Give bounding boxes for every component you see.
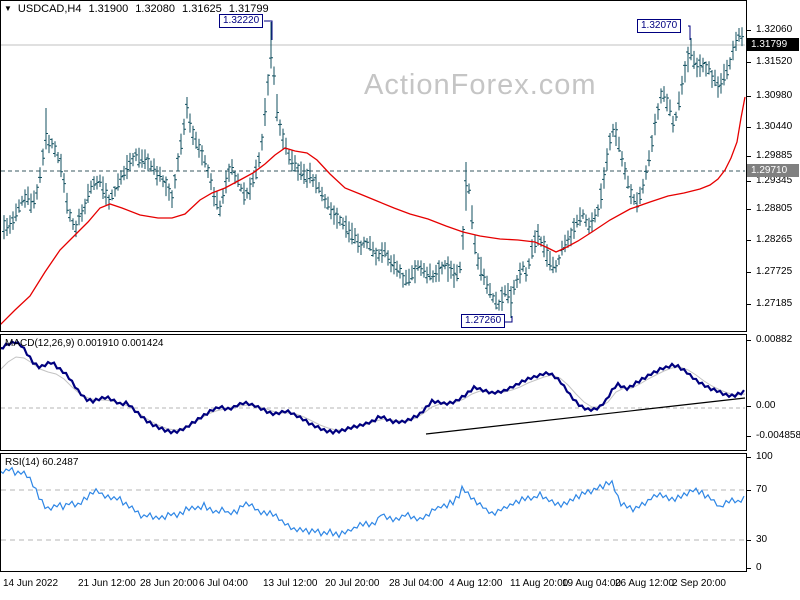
price-tick-1.30440-label: 1.30440 (756, 121, 793, 132)
low-price-label-1-27260[interactable]: 1.27260 (461, 314, 506, 328)
rsi-tick-100-tickmark (746, 457, 751, 458)
price-tick-1.32060-label: 1.32060 (756, 24, 793, 35)
price-tick-1.29885-tickmark (746, 156, 751, 157)
price-tick-1.31520-label: 1.31520 (756, 56, 793, 67)
rsi-tick-30-tickmark (746, 540, 751, 541)
price-chart-canvas[interactable] (1, 1, 746, 331)
macd-tick-0.00882-label: 0.00882 (756, 334, 793, 345)
time-label-19-Aug-04-00: 19 Aug 04:00 (562, 578, 621, 589)
time-label-20-Jul-20-00: 20 Jul 20:00 (325, 578, 380, 589)
time-label-26-Aug-12-00: 26 Aug 12:00 (615, 578, 674, 589)
rsi-tick-70-label: 70 (756, 484, 768, 495)
price-tick-1.32060-tickmark (746, 30, 751, 31)
ohlc-open: 1.31900 (88, 3, 129, 15)
macd-tick--0.004858-tickmark (746, 436, 751, 437)
time-label-21-Jun-12-00: 21 Jun 12:00 (78, 578, 136, 589)
chevron-down-icon[interactable]: ▼ (4, 4, 12, 13)
high-price-label-1-32220[interactable]: 1.32220 (219, 14, 264, 28)
time-label-28-Jul-04-00: 28 Jul 04:00 (389, 578, 444, 589)
macd-tick-0.00882-tickmark (746, 340, 751, 341)
price-tick-1.28265-label: 1.28265 (756, 234, 793, 245)
macd-chart-canvas[interactable] (1, 335, 746, 450)
time-label-13-Jul-12-00: 13 Jul 12:00 (263, 578, 318, 589)
price-tick-1.27725-label: 1.27725 (756, 266, 793, 277)
price-tick-1.30980-tickmark (746, 96, 751, 97)
macd-tick--0.004858-label: -0.004858 (756, 430, 800, 441)
price-tick-1.30980-label: 1.30980 (756, 90, 793, 101)
rsi-tick-0-tickmark (746, 568, 751, 569)
time-label-14-Jun-2022: 14 Jun 2022 (3, 578, 59, 589)
price-tick-1.27185-tickmark (746, 304, 751, 305)
macd-indicator-label: MACD(12,26,9) 0.001910 0.001424 (5, 338, 164, 349)
chart-window: ActionForex.com ▼ USDCAD,H4 1.31900 1.32080… (0, 0, 800, 600)
rsi-chart-canvas[interactable] (1, 454, 746, 571)
macd-pane[interactable]: MACD(12,26,9) 0.001910 0.001424 (0, 334, 747, 451)
price-tick-1.27185-label: 1.27185 (756, 298, 793, 309)
watermark: ActionForex.com (364, 69, 597, 101)
rsi-tick-70-tickmark (746, 490, 751, 491)
rsi-tick-100-label: 100 (756, 451, 773, 462)
symbol-timeframe: USDCAD,H4 (17, 3, 82, 15)
level-price-box: 1.29710 (747, 164, 799, 177)
price-tick-1.28805-tickmark (746, 209, 751, 210)
price-tick-1.27725-tickmark (746, 272, 751, 273)
time-label-11-Aug-20-00: 11 Aug 20:00 (510, 578, 569, 589)
time-label-4-Aug-12-00: 4 Aug 12:00 (449, 578, 503, 589)
rsi-pane[interactable]: RSI(14) 60.2487 (0, 453, 747, 572)
ohlc-high: 1.32080 (135, 3, 176, 15)
time-label-28-Jun-20-00: 28 Jun 20:00 (140, 578, 198, 589)
high-price-label-1-32070[interactable]: 1.32070 (637, 19, 682, 33)
time-label-6-Jul-04-00: 6 Jul 04:00 (199, 578, 248, 589)
current-price-box: 1.31799 (747, 38, 799, 51)
price-tick-1.28805-label: 1.28805 (756, 203, 793, 214)
price-pane[interactable]: ActionForex.com (0, 0, 747, 332)
macd-tick-0.00-label: 0.00 (756, 400, 776, 411)
price-tick-1.31520-tickmark (746, 62, 751, 63)
time-label-2-Sep-20-00: 2 Sep 20:00 (672, 578, 726, 589)
price-tick-1.29345-tickmark (746, 181, 751, 182)
price-tick-1.29885-label: 1.29885 (756, 150, 793, 161)
rsi-tick-0-label: 0 (756, 562, 762, 573)
ohlc-low: 1.31625 (182, 3, 222, 15)
macd-tick-0.00-tickmark (746, 406, 751, 407)
rsi-tick-30-label: 30 (756, 534, 768, 545)
rsi-indicator-label: RSI(14) 60.2487 (5, 457, 79, 468)
price-tick-1.30440-tickmark (746, 127, 751, 128)
price-tick-1.28265-tickmark (746, 240, 751, 241)
